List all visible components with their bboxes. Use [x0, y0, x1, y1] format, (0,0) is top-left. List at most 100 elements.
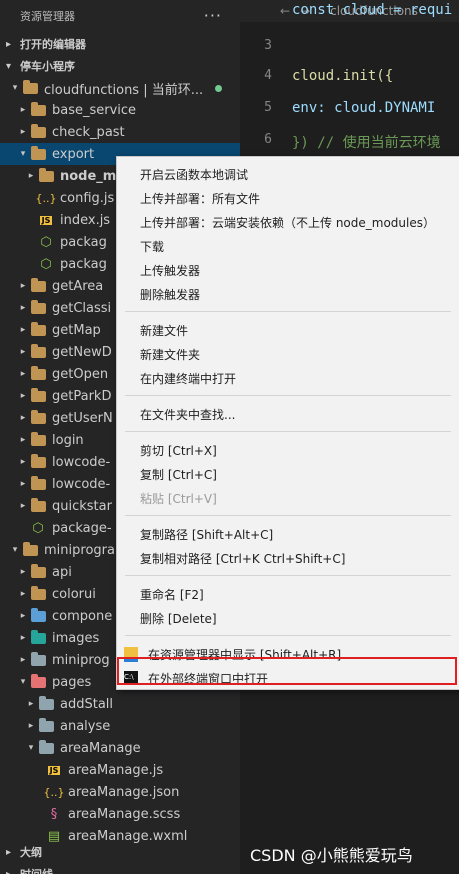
- menu-item[interactable]: 新建文件夹: [117, 343, 459, 365]
- menu-item[interactable]: 下载: [117, 235, 459, 257]
- tree-item-label: images: [52, 630, 100, 646]
- tree-item[interactable]: ▸ base_service: [0, 99, 240, 121]
- tree-item-label: config.js: [60, 190, 115, 206]
- menu-item-label: 上传触发器: [140, 263, 201, 278]
- menu-item[interactable]: 新建文件: [117, 319, 459, 341]
- chevron-right-icon: ▸: [20, 655, 26, 665]
- line-number: 4: [264, 68, 272, 83]
- tree-item-label: getParkD: [52, 388, 112, 404]
- folder-icon: [38, 695, 54, 711]
- menu-item-label: 剪切 [Ctrl+X]: [140, 443, 217, 458]
- folder-open-icon: [30, 145, 46, 161]
- highlight-box: [117, 657, 457, 685]
- section-project[interactable]: ▾ 停车小程序: [0, 55, 240, 77]
- chevron-right-icon: ▸: [20, 369, 26, 379]
- tree-item-label: areaManage.js: [68, 762, 164, 778]
- tree-item-label: getMap: [52, 322, 101, 338]
- tree-item-label: pages: [52, 674, 92, 690]
- folder-icon: [30, 585, 46, 601]
- menu-item[interactable]: 删除触发器: [117, 283, 459, 305]
- folder-icon: [30, 431, 46, 447]
- chevron-right-icon: ▸: [28, 171, 34, 181]
- menu-item[interactable]: 复制相对路径 [Ctrl+K Ctrl+Shift+C]: [117, 547, 459, 569]
- folder-icon: [30, 365, 46, 381]
- menu-separator: [125, 311, 451, 312]
- menu-item[interactable]: 剪切 [Ctrl+X]: [117, 439, 459, 461]
- tree-item-label: getNewD: [52, 344, 112, 360]
- folder-icon: [30, 563, 46, 579]
- menu-item: 粘贴 [Ctrl+V]: [117, 487, 459, 509]
- menu-item[interactable]: 复制路径 [Shift+Alt+C]: [117, 523, 459, 545]
- folder-icon: [30, 629, 46, 645]
- tree-item-label: areaManage.scss: [68, 806, 181, 822]
- chevron-right-icon: ▸: [20, 567, 26, 577]
- section-open-editors[interactable]: ▸ 打开的编辑器: [0, 33, 240, 55]
- status-dot: [215, 85, 222, 92]
- menu-item[interactable]: 上传并部署：所有文件: [117, 187, 459, 209]
- menu-item[interactable]: 在文件夹中查找...: [117, 403, 459, 425]
- menu-item-label: 删除 [Delete]: [140, 611, 217, 626]
- tree-item-label: miniprogra: [44, 542, 115, 558]
- project-label: 停车小程序: [20, 60, 75, 73]
- code-text: const cloud = requi: [292, 2, 453, 18]
- chevron-down-icon: ▾: [12, 545, 18, 555]
- tree-item[interactable]: ▾ cloudfunctions | 当前环...: [0, 77, 240, 99]
- menu-item[interactable]: 删除 [Delete]: [117, 607, 459, 629]
- tree-item[interactable]: {..} areaManage.json: [0, 781, 240, 803]
- line-number: 3: [264, 38, 272, 53]
- line-number: 5: [264, 100, 272, 115]
- chevron-right-icon: ▸: [20, 435, 26, 445]
- code-line: 5 env: cloud.DYNAMI: [240, 100, 459, 130]
- line-number: 6: [264, 132, 272, 147]
- chevron-right-icon: ▸: [6, 38, 12, 50]
- tree-item-label: package-: [52, 520, 112, 536]
- tree-item-label: analyse: [60, 718, 111, 734]
- menu-item[interactable]: 复制 [Ctrl+C]: [117, 463, 459, 485]
- chevron-right-icon: ▸: [20, 303, 26, 313]
- tree-item-label: compone: [52, 608, 113, 624]
- menu-item[interactable]: 开启云函数本地调试: [117, 163, 459, 185]
- chevron-down-icon: ▾: [6, 60, 12, 72]
- code-text: env: cloud.DYNAMI: [292, 100, 436, 116]
- tree-item-label: areaManage: [60, 740, 141, 756]
- menu-separator: [125, 575, 451, 576]
- chevron-right-icon: ▸: [20, 105, 26, 115]
- chevron-down-icon: ▾: [20, 677, 26, 687]
- chevron-right-icon: ▸: [20, 347, 26, 357]
- folder-icon: [30, 343, 46, 359]
- section-outline[interactable]: ▸ 大纲: [0, 841, 240, 863]
- tree-item[interactable]: § areaManage.scss: [0, 803, 240, 825]
- tree-item-label: quickstar: [52, 498, 112, 514]
- more-actions-icon[interactable]: ···: [204, 6, 222, 25]
- chevron-right-icon: ▸: [20, 127, 26, 137]
- menu-item[interactable]: 在内建终端中打开: [117, 367, 459, 389]
- tree-item[interactable]: ▸ analyse: [0, 715, 240, 737]
- tree-item[interactable]: ▾ areaManage: [0, 737, 240, 759]
- folder-open-icon: [22, 79, 38, 95]
- folder-icon: [38, 717, 54, 733]
- menu-item[interactable]: 重命名 [F2]: [117, 583, 459, 605]
- folder-icon: [30, 497, 46, 513]
- menu-item-label: 在内建终端中打开: [140, 371, 237, 386]
- explorer-title: 资源管理器: [20, 10, 75, 23]
- package-file-icon: ⬡: [32, 520, 44, 536]
- tree-item[interactable]: ▸ check_past: [0, 121, 240, 143]
- tree-item[interactable]: JS areaManage.js: [0, 759, 240, 781]
- menu-item[interactable]: 上传并部署：云端安装依赖（不上传 node_modules）: [117, 211, 459, 233]
- folder-icon: [30, 277, 46, 293]
- menu-item-label: 重命名 [F2]: [140, 587, 204, 602]
- folder-icon: [30, 453, 46, 469]
- menu-item-label: 开启云函数本地调试: [140, 167, 249, 182]
- menu-item-label: 复制路径 [Shift+Alt+C]: [140, 527, 274, 542]
- folder-icon: [30, 651, 46, 667]
- chevron-right-icon: ▸: [20, 281, 26, 291]
- tree-item[interactable]: ▸ addStall: [0, 693, 240, 715]
- tree-item-label: check_past: [52, 124, 125, 140]
- section-timeline[interactable]: ▸ 时间线: [0, 863, 240, 874]
- code-line: 3: [240, 38, 459, 68]
- tree-item-label: lowcode-: [52, 454, 111, 470]
- chevron-right-icon: ▸: [20, 391, 26, 401]
- menu-item[interactable]: 上传触发器: [117, 259, 459, 281]
- outline-label: 大纲: [20, 846, 42, 859]
- folder-icon: [30, 607, 46, 623]
